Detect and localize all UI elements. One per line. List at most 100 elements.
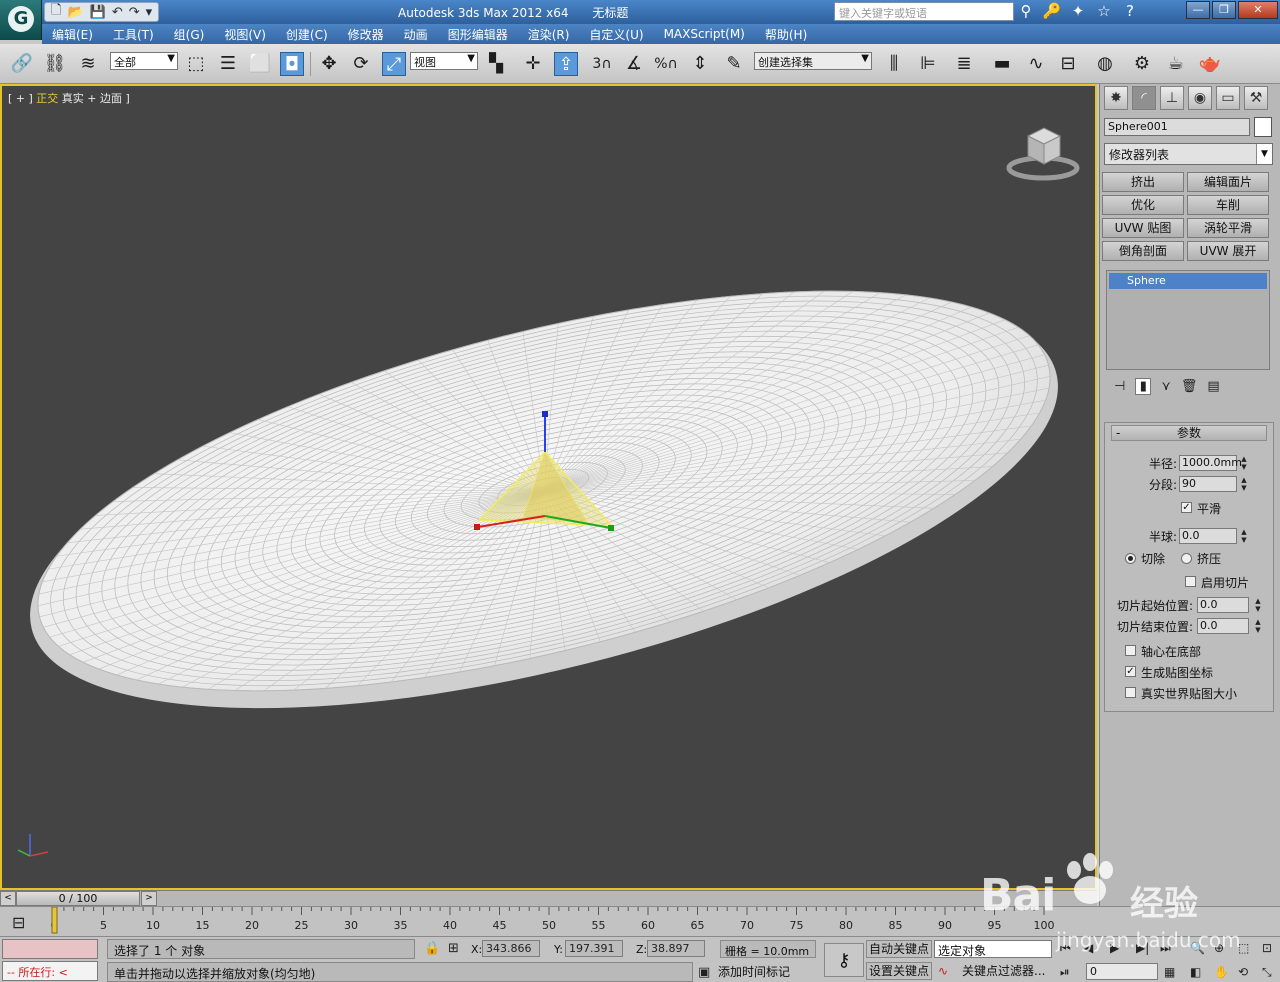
named-selection-dropdown[interactable]: 创建选择集 ▼: [754, 52, 872, 70]
modifier-button-optimize[interactable]: 优化: [1102, 195, 1184, 215]
pan-view-icon[interactable]: ✋: [1214, 965, 1229, 979]
menu-maxscript[interactable]: MAXScript(M): [654, 27, 755, 41]
modifier-button-unwrap-uvw[interactable]: UVW 展开: [1187, 241, 1269, 261]
absolute-mode-icon[interactable]: ⊞: [448, 941, 459, 956]
perspective-viewport[interactable]: [ + ] 正交 真实 + 边面 ]: [0, 84, 1097, 890]
gen-map-coords-checkbox[interactable]: ✓: [1125, 666, 1136, 677]
object-color-swatch[interactable]: [1254, 117, 1272, 137]
hemisphere-spinner-icon[interactable]: ▲ ▼: [1239, 528, 1249, 544]
gizmo-x-handle[interactable]: [474, 524, 480, 530]
select-manipulate-icon[interactable]: ✛: [521, 52, 545, 76]
hierarchy-tab-icon[interactable]: ⊥: [1160, 86, 1184, 110]
curve-editor-icon[interactable]: ∿: [1024, 52, 1048, 76]
reference-coord-dropdown[interactable]: 视图 ▼: [410, 52, 478, 70]
selection-filter-dropdown[interactable]: 全部 ▼: [110, 52, 178, 70]
remove-modifier-icon[interactable]: 🗑: [1181, 379, 1198, 394]
unlink-icon[interactable]: ⛓: [43, 52, 67, 76]
show-end-result-icon[interactable]: ▮: [1135, 377, 1152, 395]
minimize-button[interactable]: —: [1186, 1, 1210, 19]
time-slider[interactable]: < 0 / 100 >: [0, 890, 1097, 906]
selection-lock-icon[interactable]: 🔒: [424, 941, 440, 956]
key-mode-toggle-icon[interactable]: ⏯: [1060, 965, 1070, 980]
slice-to-spinner-icon[interactable]: ▲ ▼: [1253, 618, 1263, 634]
menu-graph-editors[interactable]: 图形编辑器: [438, 26, 518, 43]
bind-space-warp-icon[interactable]: ≋: [76, 52, 100, 76]
set-key-icon[interactable]: ⚷: [824, 943, 864, 977]
time-slider-prev-icon[interactable]: <: [0, 891, 16, 906]
quick-access-dropdown-icon[interactable]: ▾: [146, 5, 153, 20]
add-time-tag-button[interactable]: 添加时间标记: [718, 963, 790, 980]
keyboard-shortcut-override-icon[interactable]: ⇪: [554, 52, 578, 76]
close-button[interactable]: ✕: [1238, 1, 1278, 19]
pin-stack-icon[interactable]: ⊣: [1114, 379, 1125, 394]
play-icon[interactable]: ▶: [1110, 941, 1119, 955]
edit-named-selection-icon[interactable]: ✎: [722, 52, 746, 76]
menu-animation[interactable]: 动画: [394, 26, 438, 43]
field-of-view-icon[interactable]: ◧: [1190, 965, 1201, 979]
maxscript-listener-input[interactable]: [2, 939, 98, 959]
menu-customize[interactable]: 自定义(U): [579, 26, 653, 43]
save-file-icon[interactable]: 💾: [90, 5, 106, 20]
menu-tools[interactable]: 工具(T): [103, 26, 164, 43]
graphite-ribbon-icon[interactable]: ▬: [990, 52, 1014, 76]
set-key-button[interactable]: 设置关键点: [866, 962, 932, 980]
slice-from-input[interactable]: 0.0: [1197, 597, 1249, 613]
menu-create[interactable]: 创建(C): [276, 26, 338, 43]
slice-on-checkbox[interactable]: [1185, 576, 1196, 587]
snap-toggle-icon[interactable]: 3∩: [590, 52, 614, 76]
render-setup-icon[interactable]: ⚙: [1130, 52, 1154, 76]
zoom-extents-all-icon[interactable]: ⊡: [1262, 941, 1272, 955]
schematic-view-icon[interactable]: ⊟: [1056, 52, 1080, 76]
next-frame-icon[interactable]: ▶|: [1136, 941, 1149, 955]
time-configuration-icon[interactable]: ▦: [1164, 965, 1175, 979]
angle-snap-icon[interactable]: ∡: [622, 52, 646, 76]
modifier-button-bevel-profile[interactable]: 倒角剖面: [1102, 241, 1184, 261]
time-slider-thumb[interactable]: 0 / 100: [16, 891, 140, 906]
parameters-rollout-header[interactable]: - 参数: [1111, 425, 1267, 441]
chop-radio[interactable]: [1125, 553, 1136, 564]
material-editor-icon[interactable]: ◍: [1093, 52, 1117, 76]
mirror-icon[interactable]: ⫼: [882, 52, 906, 76]
modifier-stack[interactable]: Sphere: [1106, 270, 1270, 370]
key-filters-button[interactable]: 关键点过滤器...: [962, 962, 1045, 979]
move-icon[interactable]: ✥: [317, 52, 341, 76]
spinner-snap-icon[interactable]: ⇕: [688, 52, 712, 76]
modifier-button-extrude[interactable]: 挤出: [1102, 172, 1184, 192]
percent-snap-icon[interactable]: %∩: [654, 52, 678, 76]
current-frame-marker[interactable]: [51, 907, 58, 934]
stack-item-sphere[interactable]: Sphere: [1109, 273, 1267, 289]
track-ruler[interactable]: 0510152025303540455055606570758085909510…: [44, 907, 1054, 937]
help-icon[interactable]: ?: [1120, 2, 1140, 20]
layer-manager-icon[interactable]: ≣: [952, 52, 976, 76]
slice-from-spinner-icon[interactable]: ▲ ▼: [1253, 597, 1263, 613]
select-object-icon[interactable]: ⬚: [184, 52, 208, 76]
rotate-icon[interactable]: ⟳: [349, 52, 373, 76]
maximize-viewport-icon[interactable]: ⤡: [1262, 965, 1272, 980]
display-tab-icon[interactable]: ▭: [1216, 86, 1240, 110]
menu-help[interactable]: 帮助(H): [755, 26, 817, 43]
prev-frame-icon[interactable]: ◀: [1084, 941, 1093, 955]
object-name-field[interactable]: Sphere001: [1104, 118, 1250, 136]
time-tag-icon[interactable]: ▣: [698, 965, 710, 980]
rectangular-selection-icon[interactable]: ⬜: [248, 52, 272, 76]
radius-input[interactable]: 1000.0mm: [1179, 455, 1242, 471]
modifier-button-lathe[interactable]: 车削: [1187, 195, 1269, 215]
favorites-icon[interactable]: ☆: [1094, 2, 1114, 20]
mini-curve-editor-icon[interactable]: ⊟: [12, 913, 25, 932]
create-tab-icon[interactable]: ✸: [1104, 86, 1128, 110]
time-slider-next-icon[interactable]: >: [141, 891, 157, 906]
key-filters-icon[interactable]: ∿: [938, 964, 948, 978]
modifier-button-turbosmooth[interactable]: 涡轮平滑: [1187, 218, 1269, 238]
binoculars-icon[interactable]: ⚲: [1016, 2, 1036, 20]
menu-edit[interactable]: 编辑(E): [42, 26, 103, 43]
render-production-icon[interactable]: 🫖: [1198, 52, 1222, 76]
zoom-extents-icon[interactable]: ⬚: [1238, 941, 1249, 955]
gizmo-z-handle[interactable]: [542, 411, 548, 417]
x-coord-input[interactable]: 343.866: [482, 940, 540, 957]
base-to-pivot-checkbox[interactable]: [1125, 645, 1136, 656]
maximize-button[interactable]: ❐: [1212, 1, 1236, 19]
link-icon[interactable]: 🔗: [10, 52, 34, 76]
menu-modifiers[interactable]: 修改器: [338, 26, 394, 43]
pivot-center-icon[interactable]: ▚: [484, 52, 508, 76]
slice-to-input[interactable]: 0.0: [1197, 618, 1249, 634]
